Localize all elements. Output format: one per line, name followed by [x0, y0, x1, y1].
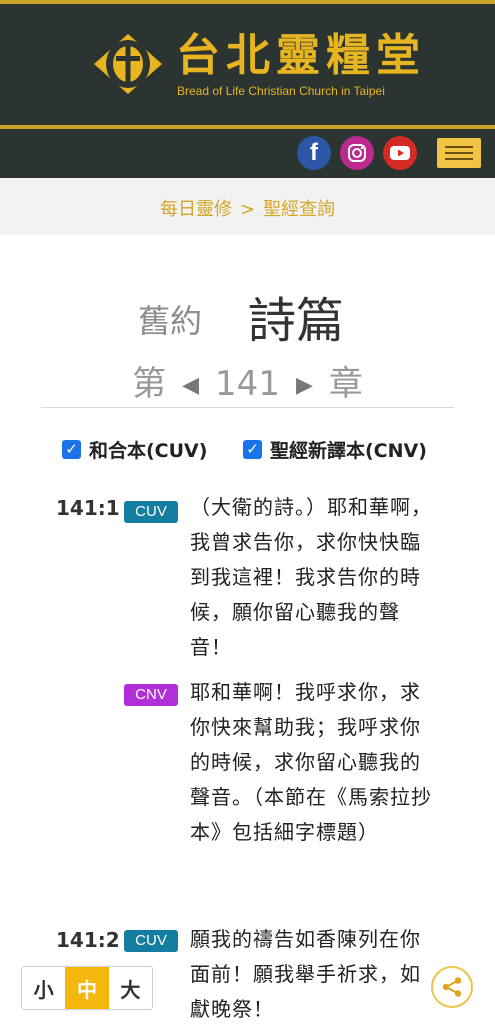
chapter-suffix: 章 — [328, 364, 363, 404]
next-chapter-icon[interactable]: ▶ — [296, 373, 313, 398]
church-logo-icon[interactable] — [92, 32, 164, 96]
checkbox-checked-icon[interactable]: ✓ — [243, 440, 262, 459]
version-cuv-label: 和合本(CUV) — [89, 440, 208, 462]
prev-chapter-icon[interactable]: ◀ — [182, 373, 199, 398]
verse-number: 141:1 — [56, 496, 120, 520]
book-title: 詩篇 — [248, 293, 345, 349]
instagram-icon[interactable] — [340, 136, 374, 170]
church-english-name: Bread of Life Christian Church in Taipei — [177, 84, 385, 98]
chapter-prefix: 第 — [132, 364, 167, 404]
verse-text-cuv: （大衛的詩。）耶和華啊，我曾求告你，求你快快臨到我這裡！我求告你的時候，願你留心… — [190, 495, 432, 659]
share-icon — [442, 977, 462, 997]
checkbox-checked-icon[interactable]: ✓ — [62, 440, 81, 459]
version-cuv-checkbox[interactable]: ✓ 和合本(CUV) — [62, 436, 207, 463]
verse-text-cuv: 願我的禱告如香陳列在你面前！願我舉手祈求，如獻晚祭！ — [190, 927, 421, 1021]
font-size-small-button[interactable]: 小 — [22, 967, 65, 1009]
top-border — [0, 0, 495, 4]
divider — [41, 407, 454, 408]
font-size-medium-button[interactable]: 中 — [65, 967, 109, 1009]
chapter-navigator: 第 ◀ 141 ▶ 章 — [0, 356, 495, 405]
version-cnv-checkbox[interactable]: ✓ 聖經新譯本(CNV) — [243, 436, 427, 463]
share-button[interactable] — [431, 966, 473, 1008]
breadcrumb-daily-devotion[interactable]: 每日靈修 — [160, 199, 232, 220]
header-divider — [0, 125, 495, 129]
cuv-badge: CUV — [124, 930, 178, 952]
font-size-selector: 小 中 大 — [21, 966, 153, 1010]
breadcrumb-bible-search[interactable]: 聖經查詢 — [263, 199, 335, 220]
verse-number: 141:2 — [56, 928, 120, 952]
breadcrumb: 每日靈修 > 聖經查詢 — [0, 195, 495, 221]
church-name[interactable]: 台北靈糧堂 — [176, 28, 426, 84]
verse-text-cnv: 耶和華啊！我呼求你，求你快來幫助我；我呼求你的時候，求你留心聽我的聲音。（本節在… — [190, 680, 432, 844]
cnv-badge: CNV — [124, 684, 178, 706]
youtube-icon[interactable] — [383, 136, 417, 170]
facebook-icon[interactable]: f — [297, 136, 331, 170]
cuv-badge: CUV — [124, 501, 178, 523]
testament-label: 舊約 — [138, 302, 203, 340]
font-size-large-button[interactable]: 大 — [109, 967, 152, 1009]
chapter-number: 141 — [215, 364, 280, 404]
hamburger-menu-button[interactable] — [437, 138, 481, 168]
breadcrumb-separator: > — [239, 199, 256, 220]
version-cnv-label: 聖經新譯本(CNV) — [270, 440, 427, 462]
